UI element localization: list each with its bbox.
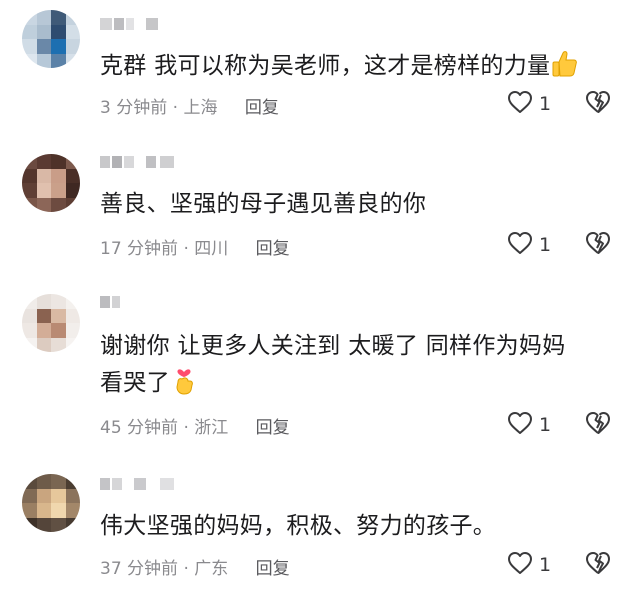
heart-icon bbox=[507, 90, 533, 118]
comment-text: 善良、坚强的母子遇见善良的你 bbox=[100, 186, 610, 222]
heart-icon bbox=[507, 231, 533, 259]
avatar[interactable] bbox=[22, 474, 80, 532]
like-button[interactable]: 1 bbox=[507, 90, 551, 118]
reply-button[interactable]: 回复 bbox=[256, 559, 290, 579]
like-count: 1 bbox=[539, 234, 552, 256]
dislike-button[interactable] bbox=[584, 411, 612, 439]
comment-text: 克群 我可以称为吴老师，这才是榜样的力量 bbox=[100, 48, 610, 90]
username-blurred[interactable] bbox=[100, 18, 190, 34]
heart-icon bbox=[507, 551, 533, 579]
comment-text-content: 善良、坚强的母子遇见善良的你 bbox=[100, 191, 427, 217]
thumbs-up-emoji bbox=[550, 49, 580, 90]
comment-item: 克群 我可以称为吴老师，这才是榜样的力量 3 分钟前 · 上海 回复 1 bbox=[0, 0, 640, 130]
comment-location: · 上海 bbox=[172, 98, 218, 118]
dislike-button[interactable] bbox=[584, 231, 612, 259]
comment-meta: 17 分钟前 · 四川 回复 bbox=[100, 234, 290, 259]
reply-button[interactable]: 回复 bbox=[245, 98, 279, 118]
comment-time: 3 分钟前 bbox=[100, 98, 168, 118]
broken-heart-icon bbox=[584, 91, 612, 118]
finger-heart-emoji bbox=[170, 364, 198, 407]
username-blurred[interactable] bbox=[100, 296, 190, 312]
comment-item: 伟大坚强的妈妈，积极、努力的孩子。 37 分钟前 · 广东 回复 1 bbox=[0, 460, 640, 594]
dislike-button[interactable] bbox=[584, 551, 612, 579]
like-button[interactable]: 1 bbox=[507, 411, 551, 439]
comment-text-content: 克群 我可以称为吴老师，这才是榜样的力量 bbox=[100, 53, 551, 79]
heart-icon bbox=[507, 411, 533, 439]
comment-location: · 浙江 bbox=[183, 418, 229, 438]
comment-location: · 广东 bbox=[183, 559, 229, 579]
username-blurred[interactable] bbox=[100, 478, 190, 494]
comment-text: 伟大坚强的妈妈，积极、努力的孩子。 bbox=[100, 508, 610, 544]
avatar[interactable] bbox=[22, 10, 80, 68]
username-blurred[interactable] bbox=[100, 156, 190, 172]
comment-text: 谢谢你 让更多人关注到 太暖了 同样作为妈妈 看哭了 bbox=[100, 328, 590, 407]
reply-button[interactable]: 回复 bbox=[256, 239, 290, 259]
comment-time: 37 分钟前 bbox=[100, 559, 179, 579]
broken-heart-icon bbox=[584, 412, 612, 439]
comment-time: 17 分钟前 bbox=[100, 239, 179, 259]
comment-location: · 四川 bbox=[183, 239, 229, 259]
like-count: 1 bbox=[539, 93, 552, 115]
comment-item: 善良、坚强的母子遇见善良的你 17 分钟前 · 四川 回复 1 bbox=[0, 140, 640, 275]
comment-meta: 3 分钟前 · 上海 回复 bbox=[100, 93, 279, 118]
comment-meta: 37 分钟前 · 广东 回复 bbox=[100, 554, 290, 579]
broken-heart-icon bbox=[584, 552, 612, 579]
like-button[interactable]: 1 bbox=[507, 551, 551, 579]
like-count: 1 bbox=[539, 554, 552, 576]
avatar[interactable] bbox=[22, 154, 80, 212]
like-button[interactable]: 1 bbox=[507, 231, 551, 259]
comment-text-content: 伟大坚强的妈妈，积极、努力的孩子。 bbox=[100, 513, 497, 539]
reply-button[interactable]: 回复 bbox=[256, 418, 290, 438]
broken-heart-icon bbox=[584, 232, 612, 259]
dislike-button[interactable] bbox=[584, 90, 612, 118]
comment-time: 45 分钟前 bbox=[100, 418, 179, 438]
comment-meta: 45 分钟前 · 浙江 回复 bbox=[100, 413, 290, 438]
comment-item: 谢谢你 让更多人关注到 太暖了 同样作为妈妈 看哭了 45 分钟前 · 浙江 回… bbox=[0, 280, 640, 460]
like-count: 1 bbox=[539, 414, 552, 436]
avatar[interactable] bbox=[22, 294, 80, 352]
